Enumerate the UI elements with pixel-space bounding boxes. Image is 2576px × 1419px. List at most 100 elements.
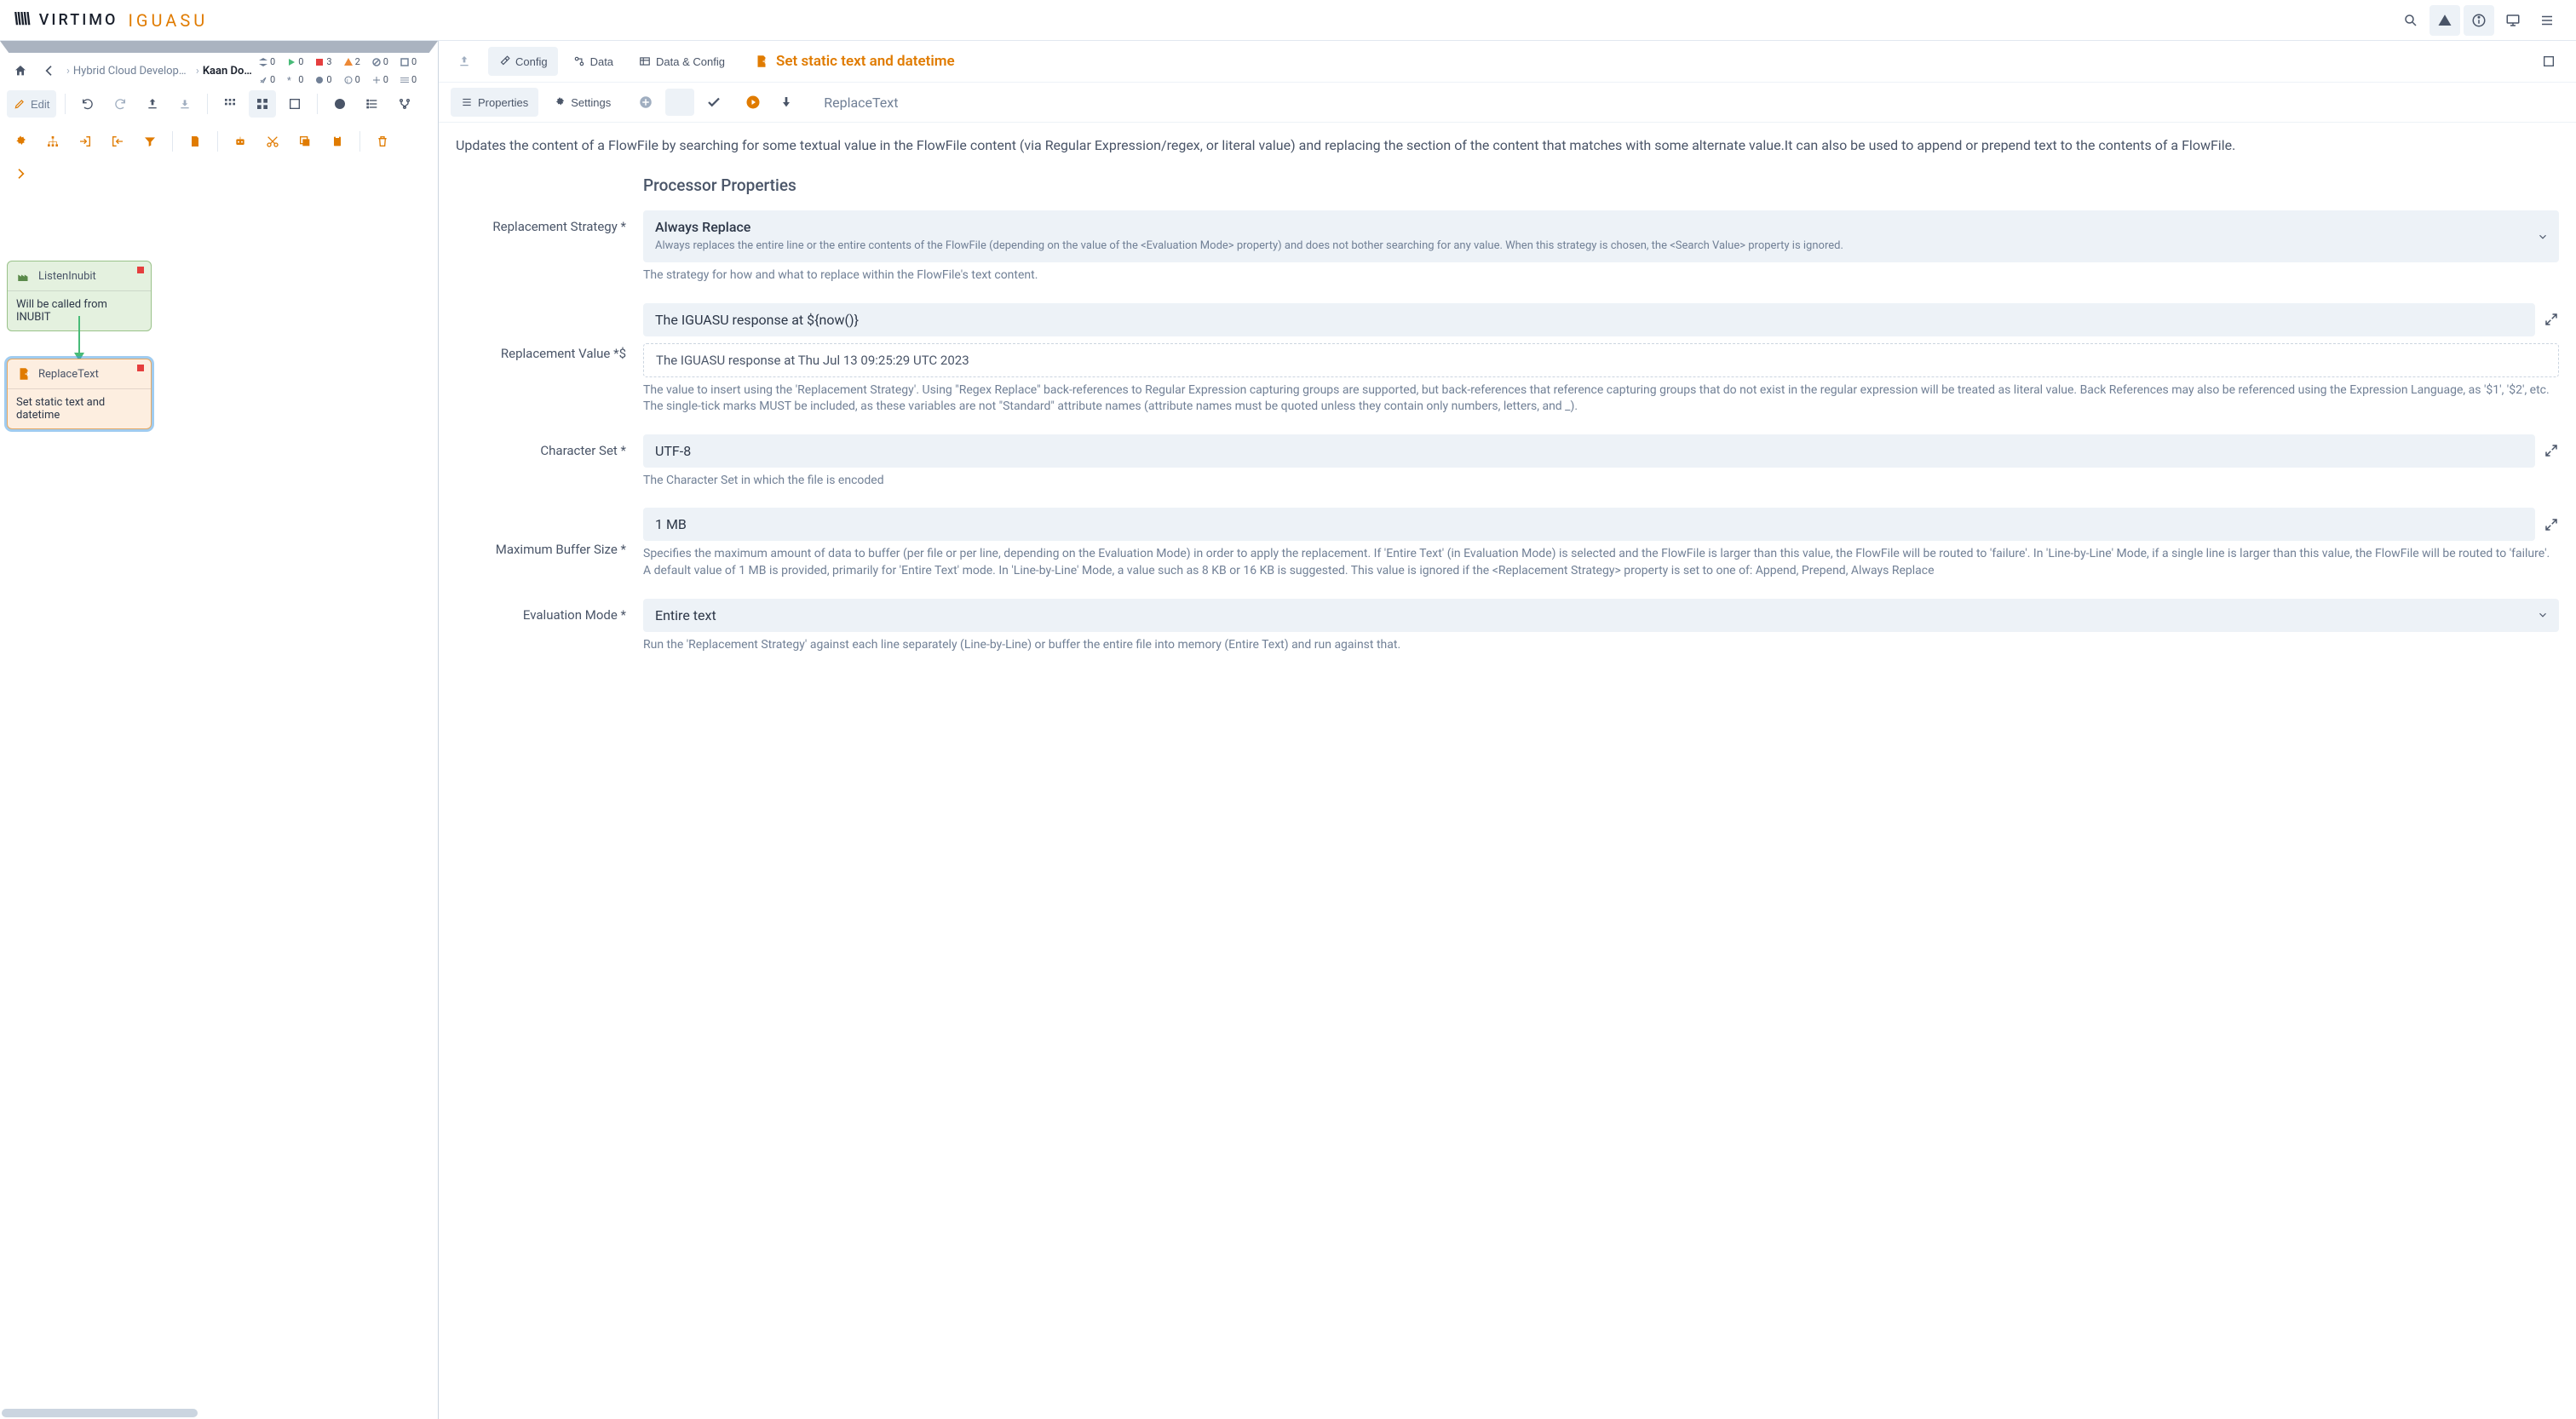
list-button[interactable] (359, 90, 386, 118)
back-button[interactable] (37, 59, 61, 83)
property-row-replacement-value: Replacement Value *$ The IGUASU response… (456, 303, 2559, 416)
chevron-down-icon (2537, 231, 2549, 243)
tab-data[interactable]: Data (563, 47, 624, 76)
undo-button[interactable] (74, 90, 101, 118)
node-type: ReplaceText (38, 368, 99, 381)
flow-canvas[interactable]: ListenInubit Will be called from INUBIT … (0, 192, 438, 1419)
collapse-right-button[interactable] (7, 160, 34, 187)
count-disabled: 0 (383, 56, 388, 67)
processor-type-label: ReplaceText (824, 95, 898, 111)
hierarchy-button[interactable] (39, 128, 66, 155)
play-button[interactable] (739, 89, 768, 116)
left-toolbar-2 (0, 123, 438, 192)
property-hint: The Character Set in which the file is e… (643, 473, 2559, 490)
topbar: \\\\\ VIRTIMO IGUASU (0, 0, 2576, 41)
search-icon[interactable] (2395, 5, 2426, 36)
tab-config[interactable]: Config (488, 47, 558, 76)
paste-button[interactable] (324, 128, 351, 155)
breadcrumb-item-active[interactable]: Kaan Docs (203, 65, 254, 78)
tab-data-config[interactable]: Data & Config (629, 47, 735, 76)
delete-button[interactable] (369, 128, 396, 155)
gear-button[interactable] (7, 128, 34, 155)
factory-icon (16, 268, 32, 284)
count-other: 0 (383, 74, 388, 85)
chevron-down-icon (2537, 609, 2549, 621)
node-type: ListenInubit (38, 270, 96, 283)
robot-button[interactable] (227, 128, 254, 155)
asterisk-button[interactable] (665, 89, 694, 116)
eval-mode-select[interactable]: Entire text (643, 599, 2559, 632)
logo: \\\\\ VIRTIMO IGUASU (14, 10, 208, 31)
step-down-button[interactable] (773, 89, 800, 116)
menu-icon[interactable] (2532, 5, 2562, 36)
cut-button[interactable] (259, 128, 286, 155)
processor-title: Set static text and datetime (754, 53, 955, 70)
property-label: Replacement Value *$ (456, 303, 626, 361)
home-button[interactable] (9, 59, 32, 83)
count-list: 0 (411, 74, 417, 85)
import-button[interactable] (72, 128, 99, 155)
edit-button[interactable]: Edit (7, 90, 56, 118)
document-button[interactable] (181, 128, 209, 155)
upload-button[interactable] (139, 90, 166, 118)
document-arrow-icon (16, 366, 32, 382)
palette-button[interactable] (326, 90, 354, 118)
count-warning: 2 (355, 56, 360, 67)
expand-icon[interactable] (2544, 443, 2559, 458)
property-hint: Specifies the maximum amount of data to … (643, 546, 2559, 579)
right-pane: Config Data Data & Config Set static tex… (439, 41, 2576, 1419)
copy-button[interactable] (291, 128, 319, 155)
count-info: 0 (326, 74, 331, 85)
branch-button[interactable] (391, 90, 418, 118)
top-slant-decoration (0, 41, 438, 53)
maximize-button[interactable] (2533, 46, 2564, 77)
stopped-indicator-icon (137, 267, 144, 273)
breadcrumb-item-1[interactable]: Hybrid Cloud Developm... (73, 65, 193, 78)
add-button[interactable] (631, 89, 660, 116)
count-running: 0 (298, 56, 303, 67)
count-queued: 0 (270, 56, 275, 67)
left-toolbar-1: Edit (0, 85, 438, 123)
download-button[interactable] (171, 90, 198, 118)
display-icon[interactable] (2498, 5, 2528, 36)
logo-brand1: VIRTIMO (39, 11, 118, 29)
replacement-strategy-select[interactable]: Always Replace Always replaces the entir… (643, 210, 2559, 262)
property-hint: The value to insert using the 'Replaceme… (643, 382, 2559, 416)
property-label: Replacement Strategy * (456, 210, 626, 234)
connection-line[interactable] (78, 316, 80, 354)
export-button[interactable] (104, 128, 131, 155)
property-label: Character Set * (456, 434, 626, 458)
logo-brand2: IGUASU (128, 10, 208, 31)
grid-large-button[interactable] (249, 90, 276, 118)
expand-icon[interactable] (2544, 517, 2559, 532)
count-box: 0 (411, 56, 417, 67)
tab-properties[interactable]: Properties (451, 88, 538, 117)
max-buffer-input[interactable]: 1 MB (643, 508, 2535, 541)
tab-settings[interactable]: Settings (543, 88, 621, 117)
right-toolbar-1: Config Data Data & Config Set static tex… (439, 41, 2576, 83)
count-stopped: 3 (326, 56, 331, 67)
count-sync: 0 (298, 74, 303, 85)
grid-small-button[interactable] (216, 90, 244, 118)
replacement-value-preview: The IGUASU response at Thu Jul 13 09:25:… (643, 343, 2559, 377)
upload-disabled-button (451, 48, 478, 75)
node-replace-text[interactable]: ReplaceText Set static text and datetime (7, 359, 152, 429)
property-row-character-set: Character Set * UTF-8 The Character Set … (456, 434, 2559, 490)
property-row-replacement-strategy: Replacement Strategy * Always Replace Al… (456, 210, 2559, 284)
check-button[interactable] (699, 89, 728, 116)
filter-button[interactable] (136, 128, 164, 155)
replacement-value-input[interactable]: The IGUASU response at ${now()} (643, 303, 2535, 336)
document-arrow-icon (754, 54, 769, 69)
expand-icon[interactable] (2544, 312, 2559, 327)
horizontal-scrollbar[interactable] (2, 1409, 198, 1417)
section-title: Processor Properties (643, 175, 2559, 195)
svg-text:*: * (287, 76, 291, 84)
square-button[interactable] (281, 90, 308, 118)
character-set-input[interactable]: UTF-8 (643, 434, 2535, 468)
property-label: Maximum Buffer Size * (456, 508, 626, 557)
info-icon[interactable] (2464, 5, 2494, 36)
property-label: Evaluation Mode * (456, 599, 626, 623)
warning-icon[interactable] (2429, 5, 2460, 36)
count-error: 0 (355, 74, 360, 85)
redo-button[interactable] (106, 90, 134, 118)
